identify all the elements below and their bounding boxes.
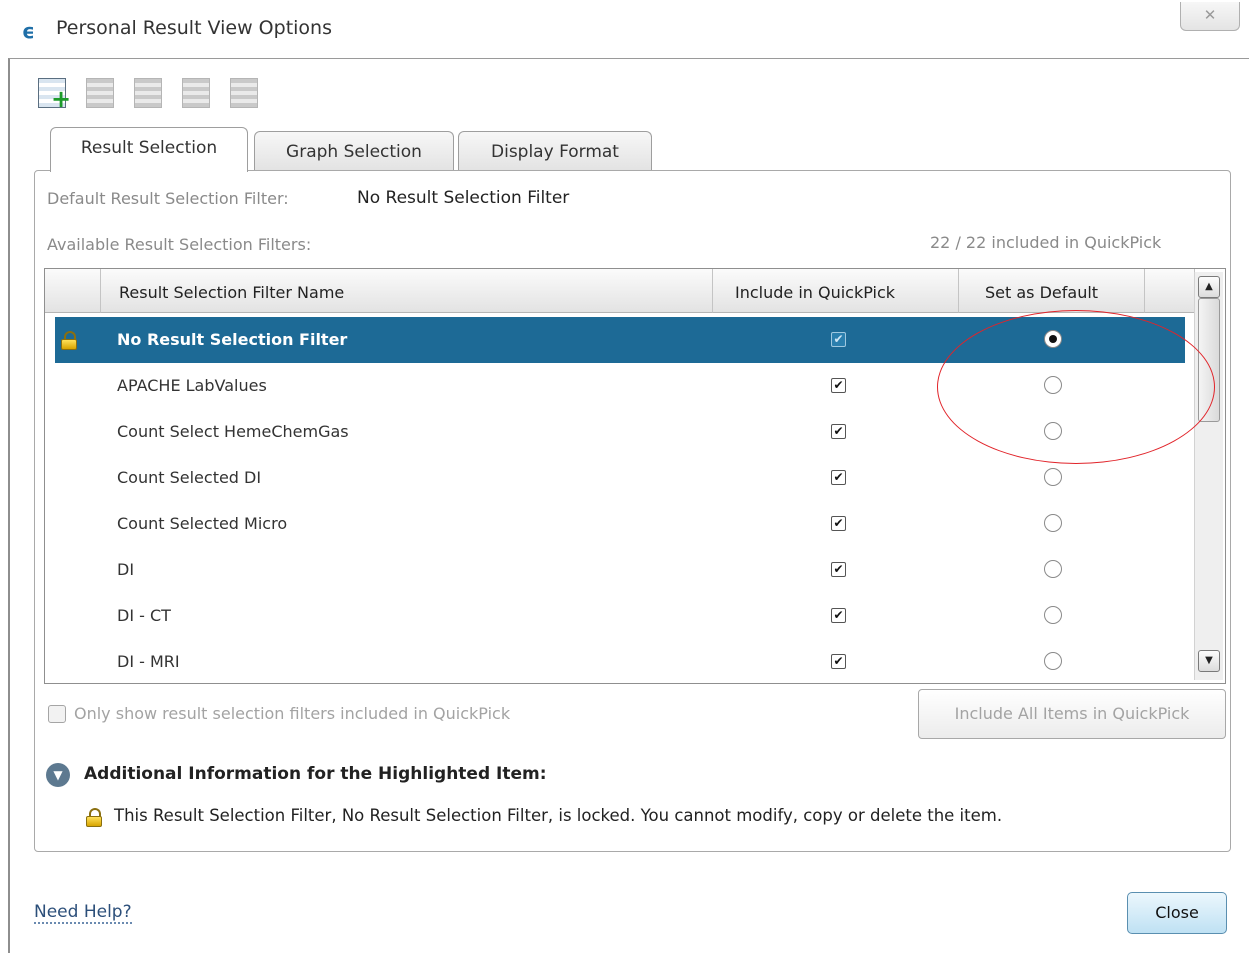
expand-info-icon[interactable]: ▼ bbox=[46, 763, 70, 787]
filter-name: DI - CT bbox=[117, 606, 171, 625]
additional-info-text: This Result Selection Filter, No Result … bbox=[114, 806, 1003, 825]
column-header-name[interactable]: Result Selection Filter Name bbox=[101, 269, 713, 313]
set-default-radio[interactable] bbox=[1044, 606, 1062, 624]
close-button[interactable]: Close bbox=[1127, 892, 1227, 934]
delete-filter-icon[interactable] bbox=[180, 74, 214, 110]
properties-filter-icon[interactable] bbox=[228, 74, 262, 110]
tab-display-format[interactable]: Display Format bbox=[458, 131, 652, 172]
set-default-radio[interactable] bbox=[1044, 560, 1062, 578]
scroll-up-button[interactable]: ▲ bbox=[1198, 276, 1220, 298]
include-quickpick-checkbox[interactable]: ✔ bbox=[831, 608, 846, 623]
quickpick-count: 22 / 22 included in QuickPick bbox=[930, 233, 1162, 252]
include-quickpick-checkbox[interactable]: ✔ bbox=[831, 562, 846, 577]
include-quickpick-checkbox[interactable]: ✔ bbox=[831, 654, 846, 669]
filter-name: Count Select HemeChemGas bbox=[117, 422, 349, 441]
annotation-ellipse bbox=[937, 310, 1215, 464]
table-row[interactable]: DI ✔ bbox=[55, 547, 1185, 593]
include-quickpick-checkbox[interactable]: ✔ bbox=[831, 378, 846, 393]
table-row[interactable]: DI - MRI ✔ bbox=[55, 639, 1185, 683]
default-filter-value: No Result Selection Filter bbox=[357, 188, 570, 208]
new-filter-icon[interactable]: + bbox=[36, 74, 71, 111]
set-default-radio[interactable] bbox=[1044, 514, 1062, 532]
title-bar: ϵ Personal Result View Options ✕ bbox=[0, 0, 1249, 60]
only-show-quickpick-label: Only show result selection filters inclu… bbox=[74, 704, 511, 723]
additional-info-header: Additional Information for the Highlight… bbox=[84, 764, 547, 784]
edit-filter-icon[interactable] bbox=[84, 74, 118, 110]
table-scrollbar[interactable]: ▲ ▼ bbox=[1194, 272, 1223, 680]
filter-name: Count Selected DI bbox=[117, 468, 262, 487]
default-filter-label: Default Result Selection Filter: bbox=[47, 189, 289, 208]
filter-name: Count Selected Micro bbox=[117, 514, 288, 533]
table-row[interactable]: DI - CT ✔ bbox=[55, 593, 1185, 639]
lock-icon bbox=[61, 331, 77, 350]
filter-name: DI bbox=[117, 560, 135, 579]
tab-result-selection[interactable]: Result Selection bbox=[50, 127, 248, 172]
app-logo-icon: ϵ bbox=[22, 19, 35, 43]
need-help-link[interactable]: Need Help? bbox=[34, 902, 132, 924]
set-default-radio[interactable] bbox=[1044, 652, 1062, 670]
tab-graph-selection[interactable]: Graph Selection bbox=[254, 131, 454, 172]
include-quickpick-checkbox[interactable]: ✔ bbox=[831, 424, 846, 439]
include-quickpick-checkbox[interactable]: ✔ bbox=[831, 332, 846, 347]
column-header-spacer bbox=[1145, 269, 1195, 313]
filter-name: DI - MRI bbox=[117, 652, 180, 671]
only-show-quickpick-checkbox[interactable] bbox=[48, 705, 66, 723]
table-row[interactable]: Count Selected Micro ✔ bbox=[55, 501, 1185, 547]
include-all-quickpick-button[interactable]: Include All Items in QuickPick bbox=[918, 689, 1226, 739]
include-quickpick-checkbox[interactable]: ✔ bbox=[831, 470, 846, 485]
column-header-quickpick[interactable]: Include in QuickPick bbox=[713, 269, 959, 313]
table-row[interactable]: Count Selected DI ✔ bbox=[55, 455, 1185, 501]
filter-name: No Result Selection Filter bbox=[117, 330, 348, 349]
lock-icon bbox=[86, 808, 102, 827]
window-title: Personal Result View Options bbox=[56, 17, 332, 39]
window-close-button[interactable]: ✕ bbox=[1180, 2, 1240, 31]
available-filters-label: Available Result Selection Filters: bbox=[47, 235, 312, 254]
row-header-corner bbox=[45, 269, 101, 313]
scroll-down-button[interactable]: ▼ bbox=[1198, 650, 1220, 672]
set-default-radio[interactable] bbox=[1044, 468, 1062, 486]
filter-name: APACHE LabValues bbox=[117, 376, 267, 395]
copy-filter-icon[interactable] bbox=[132, 74, 166, 110]
include-quickpick-checkbox[interactable]: ✔ bbox=[831, 516, 846, 531]
column-header-default[interactable]: Set as Default bbox=[959, 269, 1145, 313]
